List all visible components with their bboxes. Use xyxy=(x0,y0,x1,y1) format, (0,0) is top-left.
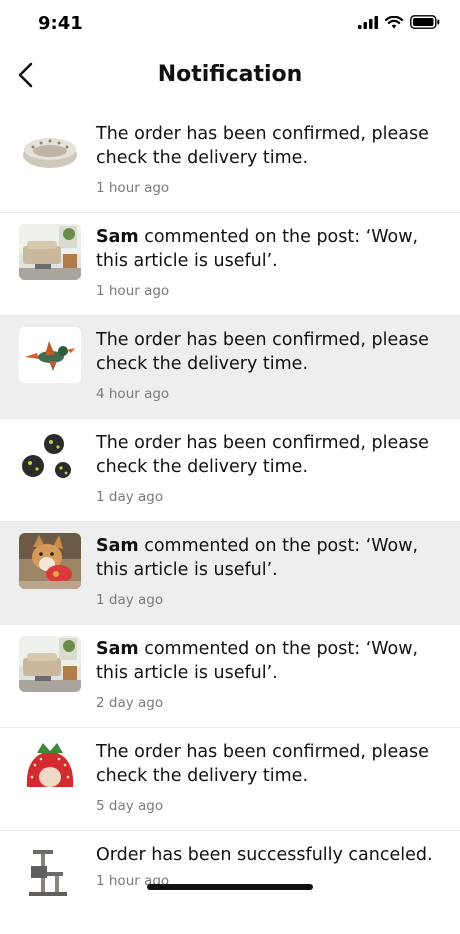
notification-item[interactable]: Sam commented on the post: ‘Wow, this ar… xyxy=(0,522,460,625)
notification-text: Sam commented on the post: ‘Wow, this ar… xyxy=(96,534,438,582)
living-room-thumbnail xyxy=(19,224,81,280)
notification-item[interactable]: The order has been confirmed, please che… xyxy=(0,728,460,831)
notification-item[interactable]: The order has been confirmed, please che… xyxy=(0,110,460,213)
duck-toy-thumbnail xyxy=(19,327,81,383)
living-room-thumbnail xyxy=(19,636,81,692)
notification-item[interactable]: Sam commented on the post: ‘Wow, this ar… xyxy=(0,625,460,728)
header: Notification xyxy=(0,48,460,104)
notification-message: The order has been confirmed, please che… xyxy=(96,124,429,168)
notification-item[interactable]: The order has been confirmed, please che… xyxy=(0,316,460,419)
notification-time: 1 day ago xyxy=(96,592,164,608)
notification-author: Sam xyxy=(96,536,139,556)
notification-text: The order has been confirmed, please che… xyxy=(96,122,438,170)
notification-message: The order has been confirmed, please che… xyxy=(96,433,429,477)
status-icons xyxy=(358,15,440,29)
notification-message: The order has been confirmed, please che… xyxy=(96,330,429,374)
status-time: 9:41 xyxy=(38,13,83,34)
notification-time: 1 hour ago xyxy=(96,283,170,299)
notification-item[interactable]: The order has been confirmed, please che… xyxy=(0,419,460,522)
notification-author: Sam xyxy=(96,227,139,247)
notification-author: Sam xyxy=(96,639,139,659)
notification-text: Sam commented on the post: ‘Wow, this ar… xyxy=(96,637,438,685)
strawberry-house-thumbnail xyxy=(19,739,81,795)
notification-item[interactable]: Order has been successfully canceled. 1 … xyxy=(0,831,460,934)
cat-tree-thumbnail xyxy=(19,842,81,898)
puppy-thumbnail xyxy=(19,533,81,589)
notification-item[interactable]: Sam commented on the post: ‘Wow, this ar… xyxy=(0,213,460,316)
notification-time: 4 hour ago xyxy=(96,386,170,402)
notification-message: Order has been successfully canceled. xyxy=(96,845,433,865)
notification-text: The order has been confirmed, please che… xyxy=(96,328,438,376)
notification-text: The order has been confirmed, please che… xyxy=(96,431,438,479)
home-indicator xyxy=(147,884,313,890)
notification-text: Sam commented on the post: ‘Wow, this ar… xyxy=(96,225,438,273)
notification-message: commented on the post: ‘Wow, this articl… xyxy=(96,536,419,580)
signal-icon xyxy=(358,15,378,29)
notification-time: 2 day ago xyxy=(96,695,164,711)
wifi-icon xyxy=(385,15,403,28)
balls-thumbnail xyxy=(19,430,81,486)
page-title: Notification xyxy=(157,62,303,87)
notification-time: 5 day ago xyxy=(96,798,164,814)
notification-text: Order has been successfully canceled. xyxy=(96,843,438,867)
notification-message: commented on the post: ‘Wow, this articl… xyxy=(96,639,419,683)
pet-bed-thumbnail xyxy=(19,121,81,177)
notification-time: 1 hour ago xyxy=(96,180,170,196)
battery-icon xyxy=(410,15,440,29)
notification-message: commented on the post: ‘Wow, this articl… xyxy=(96,227,419,271)
notification-message: The order has been confirmed, please che… xyxy=(96,742,429,786)
notification-time: 1 day ago xyxy=(96,489,164,505)
notification-text: The order has been confirmed, please che… xyxy=(96,740,438,788)
notification-list: The order has been confirmed, please che… xyxy=(0,110,460,934)
status-bar: 9:41 xyxy=(0,0,460,48)
